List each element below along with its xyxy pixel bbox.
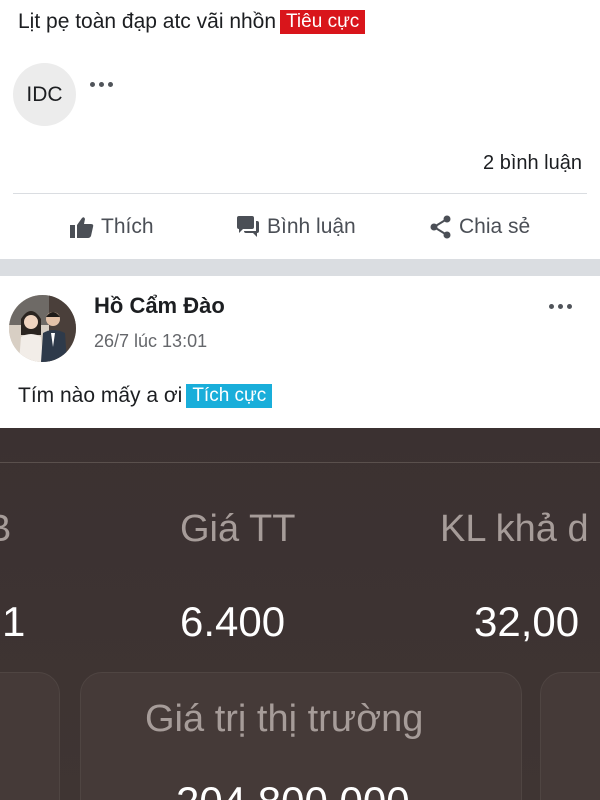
- like-button[interactable]: Thích: [70, 210, 154, 244]
- comment-count-link[interactable]: 2 bình luận: [483, 152, 582, 175]
- sentiment-tag-negative: Tiêu cực: [280, 10, 366, 34]
- avatar-initials: IDC: [26, 82, 63, 106]
- comment-button[interactable]: Bình luận: [236, 210, 356, 244]
- image-column-value: 1: [2, 598, 26, 645]
- author-avatar[interactable]: [9, 295, 76, 362]
- image-divider: [0, 462, 600, 463]
- image-price-value: 6.400: [180, 598, 286, 645]
- more-horizontal-icon[interactable]: [549, 304, 572, 309]
- post-timestamp[interactable]: 26/7 lúc 13:01: [94, 331, 207, 352]
- comment-label: Bình luận: [267, 215, 356, 238]
- market-value-label: Giá trị thị trường: [145, 698, 424, 740]
- author-name[interactable]: Hồ Cẩm Đào: [94, 293, 225, 319]
- comment-icon: [236, 216, 260, 238]
- share-icon: [430, 215, 452, 239]
- image-column-header-volume: KL khả d: [440, 508, 589, 550]
- post-text-body: Tím nào mấy a ơi: [18, 384, 183, 407]
- more-horizontal-icon[interactable]: [90, 82, 113, 87]
- post-image[interactable]: B Giá TT KL khả d 1 6.400 32,00 Giá trị …: [0, 428, 600, 800]
- image-column-header-price: Giá TT: [180, 508, 296, 550]
- post-text-body: Lịt pẹ toàn đạp atc vãi nhồn: [18, 10, 277, 33]
- share-button[interactable]: Chia sẻ: [430, 210, 530, 244]
- thumbs-up-icon: [70, 216, 94, 238]
- post-text: Tím nào mấy a ơi Tích cực: [18, 382, 273, 410]
- like-label: Thích: [101, 215, 154, 238]
- sentiment-tag-positive: Tích cực: [186, 384, 273, 408]
- author-avatar-photo: [9, 295, 76, 362]
- image-volume-value: 32,00: [474, 598, 580, 645]
- divider: [13, 193, 587, 194]
- image-card: [540, 672, 600, 800]
- post-separator: [0, 259, 600, 276]
- post-text: Lịt pẹ toàn đạp atc vãi nhồn Tiêu cực: [18, 8, 366, 36]
- market-value-amount: 204.800.000: [176, 778, 410, 800]
- avatar[interactable]: IDC: [13, 63, 76, 126]
- share-label: Chia sẻ: [459, 215, 531, 238]
- image-card: [0, 672, 60, 800]
- image-column-header: B: [0, 508, 11, 551]
